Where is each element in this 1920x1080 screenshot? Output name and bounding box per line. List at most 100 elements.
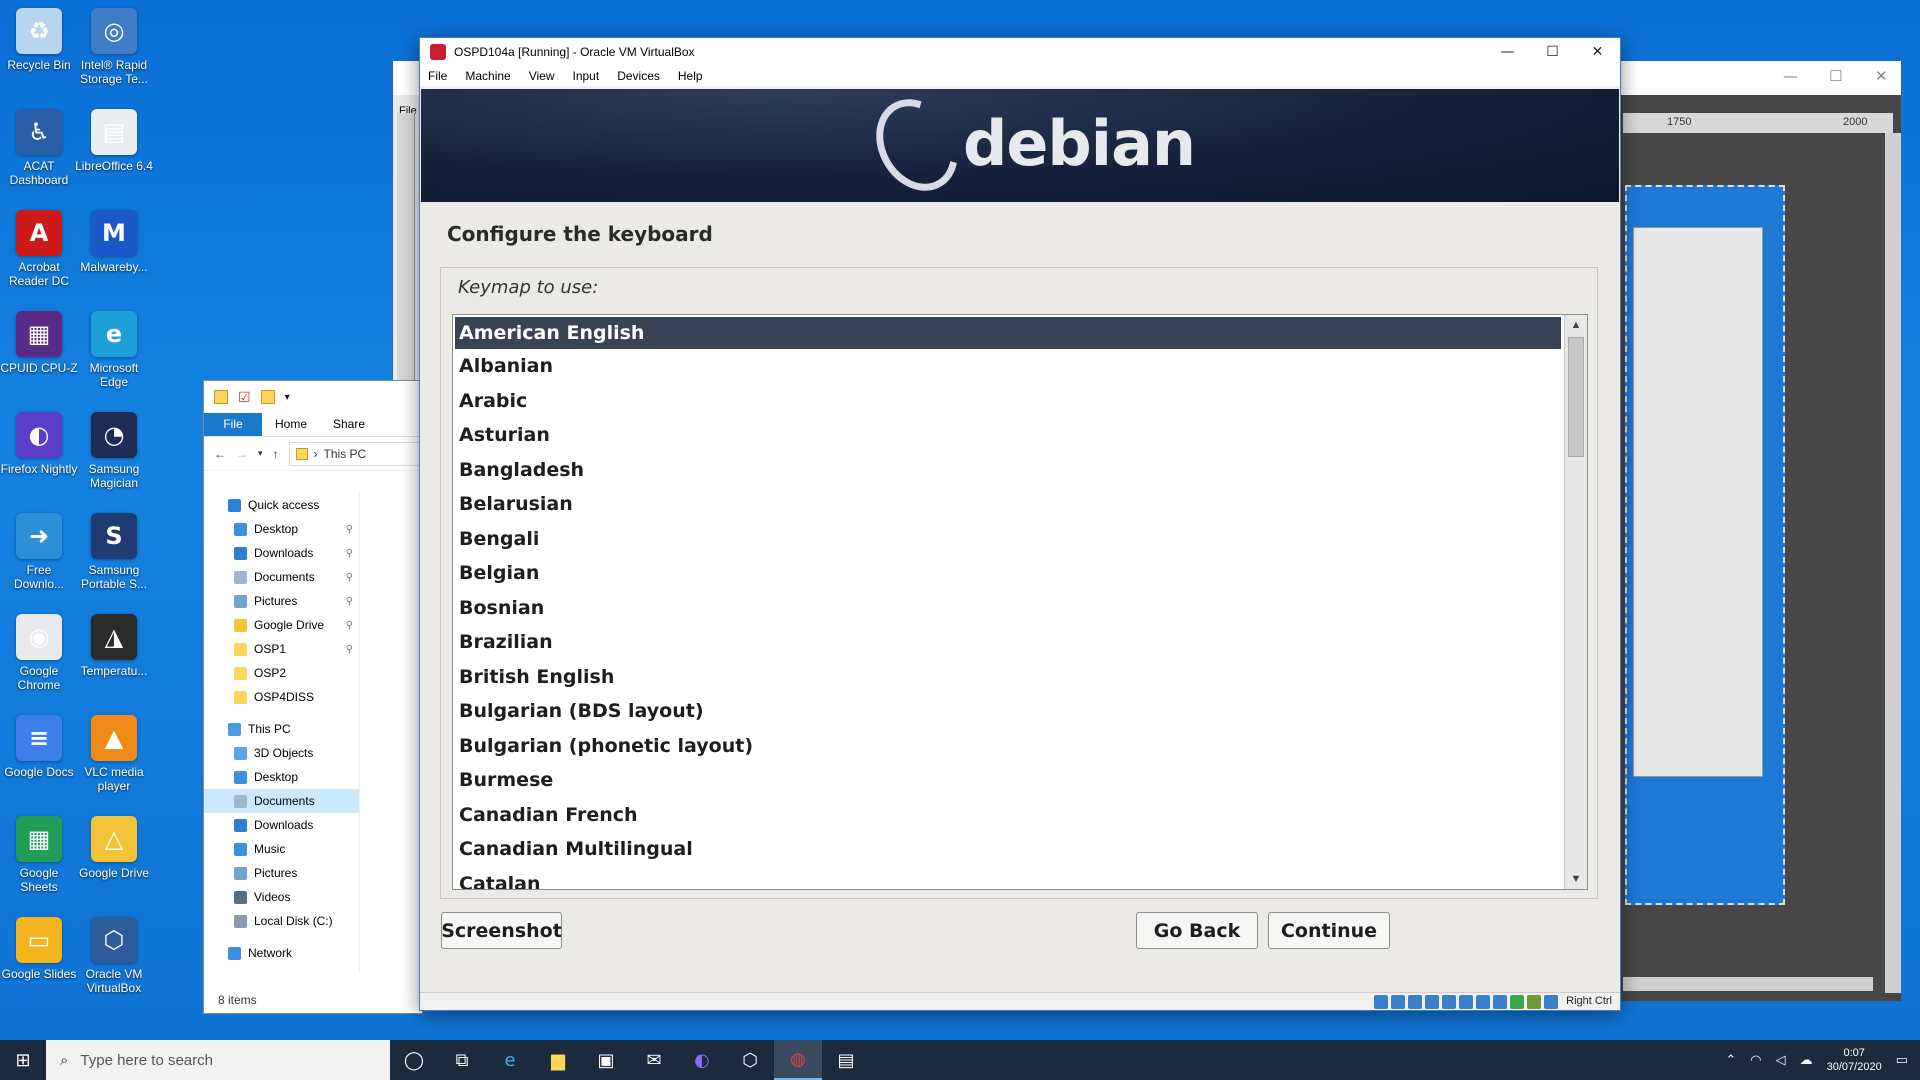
keymap-option[interactable]: Burmese	[453, 763, 1587, 798]
display-indicator-icon[interactable]	[1476, 995, 1490, 1009]
minimize-button[interactable]: —	[1485, 38, 1530, 66]
desktop-icon[interactable]: e Microsoft Edge	[75, 311, 153, 389]
desktop-icon[interactable]: ♻ Recycle Bin	[0, 8, 78, 72]
nav-item[interactable]: Downloads ⚲	[204, 541, 359, 565]
desktop-icon[interactable]: ▦ CPUID CPU-Z	[0, 311, 78, 375]
nav-item[interactable]: Music	[204, 837, 359, 861]
recording-indicator-icon[interactable]	[1493, 995, 1507, 1009]
window-titlebar[interactable]: OSPD104a [Running] - Oracle VM VirtualBo…	[420, 38, 1620, 66]
notifications-icon[interactable]: ▭	[1896, 1052, 1908, 1068]
file-explorer-window[interactable]: ☑ ▾ File Home Share ← → ▾ ↑ › This PC Qu…	[203, 380, 423, 1014]
menu-file[interactable]: File	[428, 69, 447, 83]
menu-input[interactable]: Input	[573, 69, 600, 83]
nav-item[interactable]: Pictures	[204, 861, 359, 885]
menu-help[interactable]: Help	[678, 69, 703, 83]
keymap-scrollbar[interactable]: ▲ ▼	[1564, 315, 1587, 889]
desktop-icon[interactable]: ▲ VLC media player	[75, 715, 153, 793]
keymap-option[interactable]: Belgian	[453, 556, 1587, 591]
desktop-icon[interactable]: ≡ Google Docs	[0, 715, 78, 779]
scroll-down-icon[interactable]: ▼	[1565, 869, 1587, 889]
nav-item[interactable]: Videos	[204, 885, 359, 909]
hard-disk-indicator-icon[interactable]	[1374, 995, 1388, 1009]
customize-toolbar-icon[interactable]: ▾	[285, 392, 290, 403]
desktop-icon[interactable]: ◔ Samsung Magician	[75, 412, 153, 490]
go-back-button[interactable]: Go Back	[1136, 912, 1258, 949]
keymap-list[interactable]: American English Albanian Arabic Asturian Ba…	[452, 314, 1588, 890]
keymap-option[interactable]: Catalan	[453, 867, 1587, 889]
taskbar-edge-icon[interactable]: e	[486, 1040, 534, 1080]
nav-item[interactable]: OSP4DISS	[204, 685, 359, 709]
virtualbox-vm-window[interactable]: OSPD104a [Running] - Oracle VM VirtualBo…	[419, 37, 1621, 1011]
nav-item[interactable]: OSP1 ⚲	[204, 637, 359, 661]
keymap-option[interactable]: Canadian Multilingual	[453, 832, 1587, 867]
keymap-option[interactable]: Bulgarian (BDS layout)	[453, 694, 1587, 729]
keymap-option[interactable]: Bosnian	[453, 591, 1587, 626]
new-folder-icon[interactable]	[260, 390, 275, 404]
network-status-icon[interactable]: ◠	[1750, 1052, 1761, 1068]
taskbar-virtualbox-icon[interactable]: ⬡	[726, 1040, 774, 1080]
scrollbar-thumb[interactable]	[1568, 337, 1584, 457]
back-icon[interactable]: ←	[214, 447, 226, 461]
menu-machine[interactable]: Machine	[465, 69, 510, 83]
desktop-icon[interactable]: M Malwareby...	[75, 210, 153, 274]
taskbar-mail-icon[interactable]: ✉	[630, 1040, 678, 1080]
taskbar-search-box[interactable]: ⌕ Type here to search	[46, 1040, 390, 1080]
keymap-option[interactable]: British English	[453, 660, 1587, 695]
clock[interactable]: 0:07 30/07/2020	[1827, 1046, 1882, 1074]
nav-item[interactable]: Desktop ⚲	[204, 517, 359, 541]
tab-home[interactable]: Home	[262, 413, 320, 436]
vertical-scrollbar[interactable]	[1885, 133, 1901, 993]
nav-item[interactable]: Downloads	[204, 813, 359, 837]
desktop-icon[interactable]: S Samsung Portable S...	[75, 513, 153, 591]
cpu-indicator-icon[interactable]	[1510, 995, 1524, 1009]
keymap-option[interactable]: Albanian	[453, 349, 1587, 384]
desktop-icon[interactable]: ⬡ Oracle VM VirtualBox	[75, 917, 153, 995]
desktop-icon[interactable]: ◎ Intel® Rapid Storage Te...	[75, 8, 153, 86]
keymap-option[interactable]: Arabic	[453, 384, 1587, 419]
usb-indicator-icon[interactable]	[1442, 995, 1456, 1009]
optical-drive-indicator-icon[interactable]	[1391, 995, 1405, 1009]
desktop-icon[interactable]: ▭ Google Slides	[0, 917, 78, 981]
taskbar-store-icon[interactable]: ▣	[582, 1040, 630, 1080]
start-button[interactable]: ⊞	[0, 1040, 46, 1080]
tab-share[interactable]: Share	[320, 413, 378, 436]
desktop-icon[interactable]: A Acrobat Reader DC	[0, 210, 78, 288]
keymap-option[interactable]: Belarusian	[453, 487, 1587, 522]
desktop-icon[interactable]: ♿ ACAT Dashboard	[0, 109, 78, 187]
desktop-icon[interactable]: ◮ Temperatu...	[75, 614, 153, 678]
taskbar-vm-window-icon-2[interactable]: ▤	[822, 1040, 870, 1080]
taskbar-file-explorer-icon[interactable]: ▆	[534, 1040, 582, 1080]
nav-item[interactable]: Desktop	[204, 765, 359, 789]
maximize-button[interactable]: ☐	[1530, 38, 1575, 66]
keymap-option[interactable]: Bangladesh	[453, 453, 1587, 488]
horizontal-scrollbar[interactable]	[1623, 977, 1873, 991]
guest-display[interactable]: debian Configure the keyboard Keymap to …	[421, 89, 1619, 1001]
nav-item[interactable]: Documents ⚲	[204, 565, 359, 589]
recent-locations-icon[interactable]: ▾	[258, 448, 263, 459]
nav-item[interactable]: 3D Objects	[204, 741, 359, 765]
mouse-integration-icon[interactable]	[1527, 995, 1541, 1009]
folder-icon[interactable]	[214, 390, 228, 404]
show-hidden-icons-icon[interactable]: ⌃	[1725, 1052, 1736, 1068]
nav-item[interactable]: Local Disk (C:)	[204, 909, 359, 933]
desktop-icon[interactable]: △ Google Drive	[75, 816, 153, 880]
nav-item[interactable]: OSP2	[204, 661, 359, 685]
desktop-icon[interactable]: ◉ Google Chrome	[0, 614, 78, 692]
up-icon[interactable]: ↑	[273, 447, 279, 461]
scroll-up-icon[interactable]: ▲	[1565, 315, 1587, 335]
nav-item[interactable]: Network	[204, 941, 359, 965]
close-icon[interactable]: ✕	[1875, 67, 1888, 85]
keymap-option[interactable]: Canadian French	[453, 798, 1587, 833]
desktop-icon[interactable]: ➜ Free Downlo...	[0, 513, 78, 591]
nav-item[interactable]: Documents	[204, 789, 359, 813]
audio-indicator-icon[interactable]	[1408, 995, 1422, 1009]
desktop-icon[interactable]: ◐ Firefox Nightly	[0, 412, 78, 476]
forward-icon[interactable]: →	[236, 447, 248, 461]
shared-folders-indicator-icon[interactable]	[1459, 995, 1473, 1009]
volume-icon[interactable]: ◁	[1776, 1052, 1786, 1068]
tab-file[interactable]: File	[204, 413, 262, 436]
taskbar-firefox-icon[interactable]: ◐	[678, 1040, 726, 1080]
continue-button[interactable]: Continue	[1268, 912, 1390, 949]
nav-item[interactable]: Quick access	[204, 493, 359, 517]
keymap-option[interactable]: Asturian	[453, 418, 1587, 453]
